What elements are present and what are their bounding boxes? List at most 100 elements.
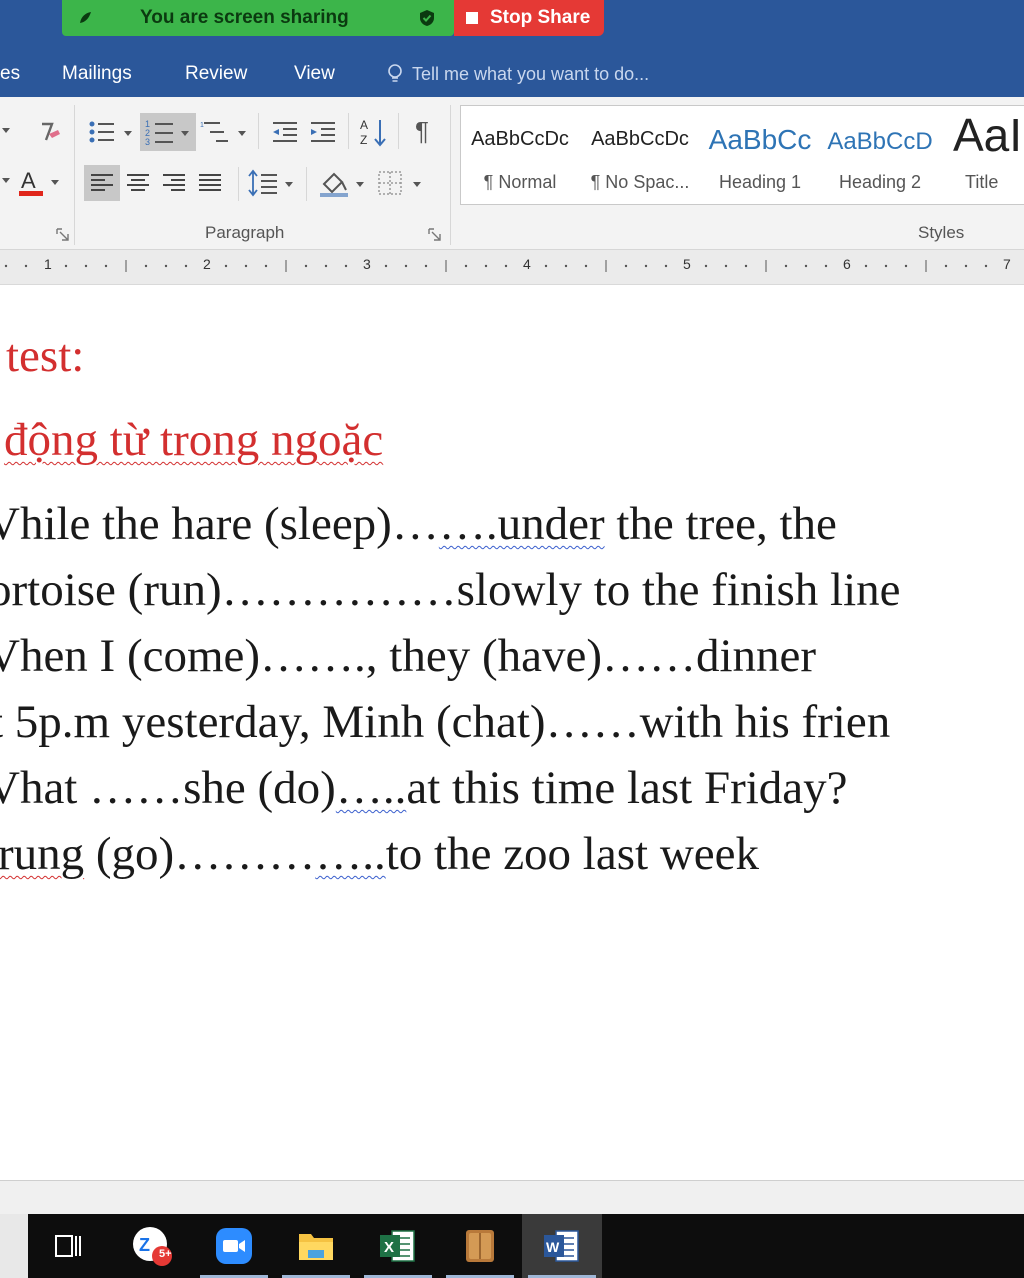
ruler-dot xyxy=(624,264,628,268)
bullets-icon[interactable] xyxy=(84,115,136,149)
styles-gallery[interactable]: AaBbCcDc ¶ Normal AaBbCcDc ¶ No Spac... … xyxy=(460,105,1024,205)
font-color-icon[interactable]: A xyxy=(14,167,64,199)
stop-icon xyxy=(466,12,478,24)
ruler-dot xyxy=(424,264,428,268)
ruler-dot xyxy=(564,264,568,268)
ruler-dot xyxy=(824,264,828,268)
ruler-number: 5 xyxy=(683,256,691,272)
ruler-dot xyxy=(904,264,908,268)
clear-formatting-icon[interactable] xyxy=(32,117,66,147)
exercise-line-3: Vhen I (come)……., they (have)……dinner xyxy=(0,629,816,683)
ruler-dot xyxy=(224,264,228,268)
svg-text:3: 3 xyxy=(145,137,150,147)
ruler-dot xyxy=(404,264,408,268)
style-no-spacing[interactable]: AaBbCcDc ¶ No Spac... xyxy=(581,106,699,204)
horizontal-ruler[interactable]: 1 2 3 4 5 6 7 xyxy=(0,250,1024,285)
screen-sharing-banner[interactable]: You are screen sharing xyxy=(62,0,454,36)
svg-text:Z: Z xyxy=(360,133,367,147)
style-normal[interactable]: AaBbCcDc ¶ Normal xyxy=(461,106,579,204)
task-view-icon xyxy=(55,1235,81,1257)
word-app-button[interactable]: W xyxy=(522,1214,602,1278)
line-text: Vhen I (come)……., they (have)……dinner xyxy=(0,630,817,682)
tell-me-search[interactable]: Tell me what you want to do... xyxy=(386,60,649,88)
shading-icon[interactable] xyxy=(314,165,368,201)
excel-icon: X xyxy=(380,1230,415,1262)
tab-mailings[interactable]: Mailings xyxy=(62,60,132,88)
style-label: Title xyxy=(965,172,999,192)
screen-sharing-text: You are screen sharing xyxy=(140,7,349,28)
decrease-indent-icon[interactable] xyxy=(266,115,304,149)
ruler-dot xyxy=(804,264,808,268)
highlight-dropdown[interactable] xyxy=(0,169,12,193)
document-page[interactable]: test: động từ trong ngoặc Vhile the hare… xyxy=(0,285,1024,1180)
ruler-number: 2 xyxy=(203,256,211,272)
svg-text:W: W xyxy=(546,1239,560,1255)
ruler-number: 3 xyxy=(363,256,371,272)
stop-share-button[interactable]: Stop Share xyxy=(454,0,604,36)
separator xyxy=(238,167,239,201)
instruction-text: động từ trong ngoặc xyxy=(4,414,384,466)
increase-indent-icon[interactable] xyxy=(304,115,342,149)
font-dialog-launcher-icon[interactable] xyxy=(56,227,70,247)
shield-check-icon xyxy=(418,9,436,27)
style-label: Heading 2 xyxy=(838,172,922,192)
zalo-app-button[interactable]: Z 5+ xyxy=(112,1214,192,1278)
exercise-line-1: Vhile the hare (sleep)…….under the tree,… xyxy=(0,497,837,551)
task-view-button[interactable] xyxy=(28,1214,108,1278)
file-explorer-button[interactable] xyxy=(276,1214,356,1278)
ruler-dot xyxy=(584,264,588,268)
ruler-dot xyxy=(464,264,468,268)
style-title[interactable]: AaI Title xyxy=(941,106,1024,204)
sort-icon[interactable]: AZ xyxy=(354,113,392,151)
lightbulb-icon xyxy=(388,64,402,82)
ruler-dot xyxy=(864,264,868,268)
exercise-instruction: động từ trong ngoặc xyxy=(4,413,383,467)
style-heading-2[interactable]: AaBbCcD Heading 2 xyxy=(821,106,939,204)
excel-app-button[interactable]: X xyxy=(358,1214,438,1278)
svg-text:A: A xyxy=(21,168,36,193)
ruler-number: 6 xyxy=(843,256,851,272)
numbering-icon[interactable]: 123 xyxy=(140,113,196,151)
borders-icon[interactable] xyxy=(372,165,428,201)
ruler-dot xyxy=(884,264,888,268)
ruler-dot xyxy=(144,264,148,268)
ruler-dot xyxy=(724,264,728,268)
multilevel-list-icon[interactable]: 1 xyxy=(198,115,250,149)
leaf-icon xyxy=(76,9,94,27)
line-text: t 5p.m yesterday, Minh (chat)……with his … xyxy=(0,696,891,748)
align-right-icon[interactable] xyxy=(156,165,192,201)
book-app-button[interactable] xyxy=(440,1214,520,1278)
line-spacing-icon[interactable] xyxy=(244,165,298,201)
zalo-icon: Z xyxy=(133,1227,172,1266)
tell-me-text: Tell me what you want to do... xyxy=(412,63,650,84)
line-text: ortoise (run)……………slowly to the finish l… xyxy=(0,564,901,616)
ruler-dot xyxy=(744,264,748,268)
ruler-ticks xyxy=(4,260,988,272)
separator xyxy=(348,113,349,149)
taskbar-search-edge[interactable] xyxy=(0,1214,28,1278)
ruler-dot xyxy=(984,264,988,268)
line-text: at this time last Friday? xyxy=(406,762,848,814)
font-size-dropdown[interactable] xyxy=(0,119,12,143)
grammar-flagged-text: ….. xyxy=(315,828,386,880)
justify-icon[interactable] xyxy=(192,165,228,201)
align-center-icon[interactable] xyxy=(120,165,156,201)
ruler-dot xyxy=(544,264,548,268)
align-left-icon[interactable] xyxy=(84,165,120,201)
ruler-dot xyxy=(104,264,108,268)
zoom-app-button[interactable] xyxy=(194,1214,274,1278)
exercise-line-6: rung (go)…………..to the zoo last week xyxy=(0,827,759,881)
style-preview: AaBbCcDc xyxy=(591,128,689,150)
style-preview: AaI xyxy=(953,109,1023,161)
ruler-dot xyxy=(664,264,668,268)
ruler-number: 4 xyxy=(523,256,531,272)
tab-review[interactable]: Review xyxy=(185,60,247,88)
ruler-dot xyxy=(24,264,28,268)
tab-view[interactable]: View xyxy=(294,60,335,88)
style-heading-1[interactable]: AaBbCc Heading 1 xyxy=(701,106,819,204)
book-icon xyxy=(466,1230,494,1262)
paragraph-dialog-launcher-icon[interactable] xyxy=(428,227,442,247)
exercise-line-5: Vhat ……she (do)…..at this time last Frid… xyxy=(0,761,848,815)
show-formatting-marks-icon[interactable]: ¶ xyxy=(404,113,440,149)
tab-references[interactable]: es xyxy=(0,60,20,88)
